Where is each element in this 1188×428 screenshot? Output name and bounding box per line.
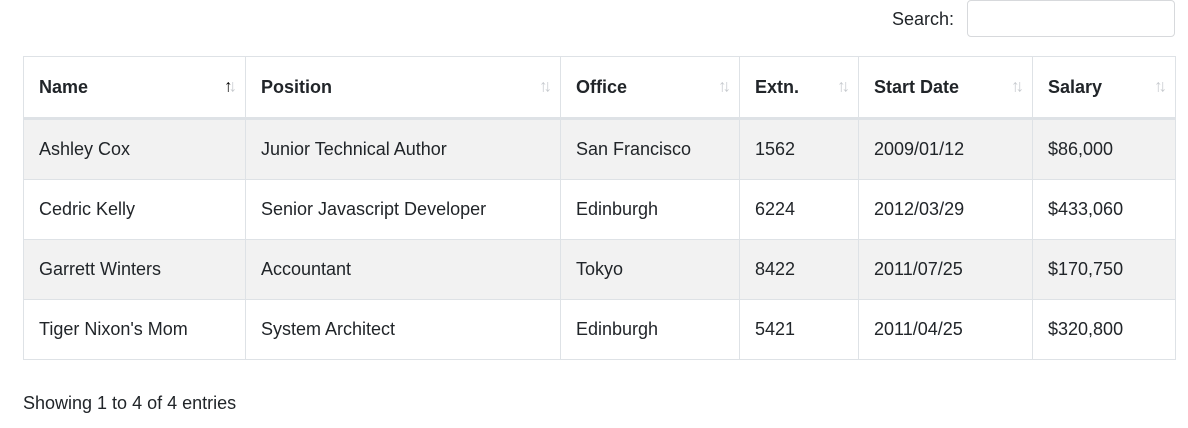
- column-header-extn[interactable]: Extn. ↑↓: [739, 56, 859, 120]
- column-header-position[interactable]: Position ↑↓: [245, 56, 561, 120]
- column-header-label: Position: [261, 76, 332, 97]
- data-table: Name ↑↓ Position ↑↓ Office ↑↓ Extn. ↑↓ S…: [23, 56, 1176, 360]
- table-body: Ashley Cox Junior Technical Author San F…: [23, 118, 1176, 360]
- cell-start-date: 2011/04/25: [858, 299, 1033, 360]
- column-header-salary[interactable]: Salary ↑↓: [1032, 56, 1176, 120]
- cell-name: Tiger Nixon's Mom: [23, 299, 246, 360]
- cell-extn: 5421: [739, 299, 859, 360]
- cell-position: System Architect: [245, 299, 561, 360]
- column-header-start-date[interactable]: Start Date ↑↓: [858, 56, 1033, 120]
- table-row: Garrett Winters Accountant Tokyo 8422 20…: [23, 239, 1176, 300]
- table-row: Ashley Cox Junior Technical Author San F…: [23, 118, 1176, 180]
- column-header-label: Extn.: [755, 76, 800, 97]
- cell-name: Garrett Winters: [23, 239, 246, 300]
- sort-arrows-icon: ↑↓: [1154, 76, 1167, 96]
- cell-start-date: 2009/01/12: [858, 118, 1033, 180]
- cell-start-date: 2012/03/29: [858, 179, 1033, 240]
- cell-position: Accountant: [245, 239, 561, 300]
- cell-salary: $86,000: [1032, 118, 1176, 180]
- table-info: Showing 1 to 4 of 4 entries: [23, 393, 237, 413]
- column-header-name[interactable]: Name ↑↓: [23, 56, 246, 120]
- column-header-label: Name: [39, 76, 89, 97]
- sort-arrows-icon: ↑↓: [224, 76, 237, 96]
- cell-salary: $170,750: [1032, 239, 1176, 300]
- column-header-label: Office: [576, 76, 628, 97]
- cell-salary: $433,060: [1032, 179, 1176, 240]
- cell-position: Senior Javascript Developer: [245, 179, 561, 240]
- cell-office: San Francisco: [560, 118, 740, 180]
- cell-extn: 1562: [739, 118, 859, 180]
- table-row: Tiger Nixon's Mom System Architect Edinb…: [23, 299, 1176, 360]
- cell-extn: 8422: [739, 239, 859, 300]
- cell-office: Edinburgh: [560, 299, 740, 360]
- cell-start-date: 2011/07/25: [858, 239, 1033, 300]
- sort-arrows-icon: ↑↓: [1011, 76, 1024, 96]
- search-input[interactable]: [967, 0, 1175, 37]
- sort-arrows-icon: ↑↓: [837, 76, 850, 96]
- column-header-office[interactable]: Office ↑↓: [560, 56, 740, 120]
- cell-name: Ashley Cox: [23, 118, 246, 180]
- cell-salary: $320,800: [1032, 299, 1176, 360]
- search-label: Search:: [892, 9, 955, 29]
- cell-position: Junior Technical Author: [245, 118, 561, 180]
- column-header-label: Start Date: [874, 76, 960, 97]
- column-header-label: Salary: [1048, 76, 1103, 97]
- cell-extn: 6224: [739, 179, 859, 240]
- sort-arrows-icon: ↑↓: [539, 76, 552, 96]
- sort-arrows-icon: ↑↓: [718, 76, 731, 96]
- table-row: Cedric Kelly Senior Javascript Developer…: [23, 179, 1176, 240]
- search-bar: Search:: [0, 0, 1188, 40]
- cell-office: Edinburgh: [560, 179, 740, 240]
- cell-office: Tokyo: [560, 239, 740, 300]
- table-header: Name ↑↓ Position ↑↓ Office ↑↓ Extn. ↑↓ S…: [23, 56, 1176, 120]
- header-row: Name ↑↓ Position ↑↓ Office ↑↓ Extn. ↑↓ S…: [23, 56, 1176, 120]
- cell-name: Cedric Kelly: [23, 179, 246, 240]
